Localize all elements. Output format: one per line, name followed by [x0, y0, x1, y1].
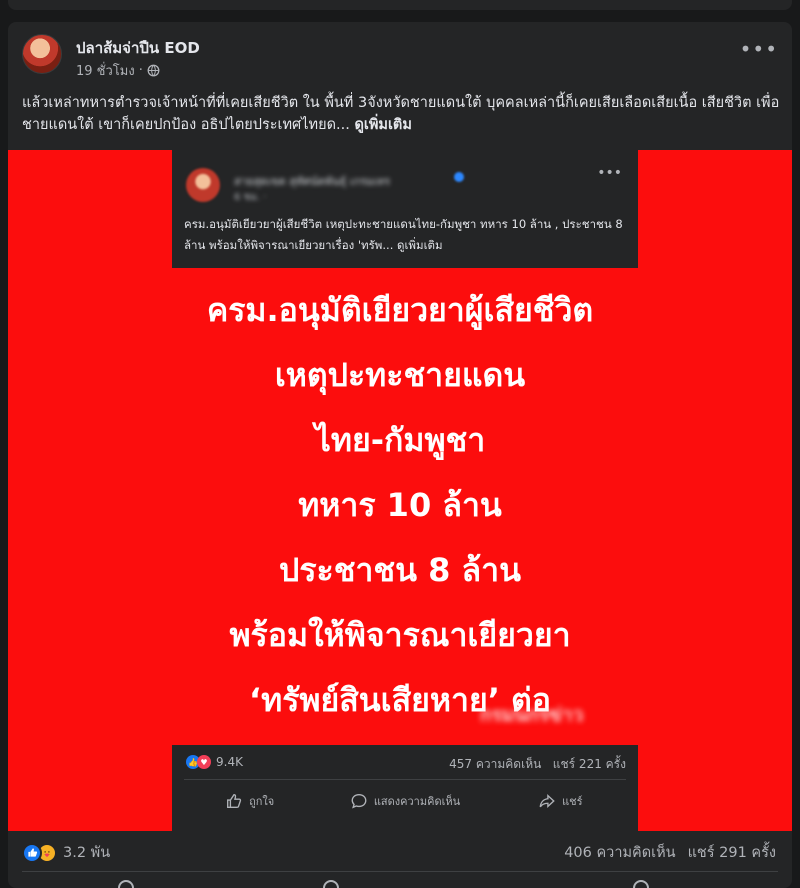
- inner-reactions: 👍 ♥ 9.4K: [186, 755, 243, 769]
- engagement-counts: 406 ความคิดเห็น แชร์ 291 ครั้ง: [564, 841, 776, 864]
- comment-count[interactable]: 406 ความคิดเห็น: [564, 841, 675, 864]
- author-name[interactable]: ปลาส้มจ่าปืน EOD: [76, 36, 200, 60]
- reaction-summary[interactable]: 3.2 พัน: [22, 841, 110, 864]
- inner-avatar: [186, 168, 220, 202]
- comment-icon: [351, 794, 367, 809]
- headline-line-7: ‘ทรัพย์สินเสียหาย’ ต่อ: [248, 681, 551, 719]
- inner-like-action: ถูกใจ: [172, 787, 327, 815]
- post-caption: แล้วเหล่าทหารตำรวจเจ้าหน้าที่ที่เคยเสียช…: [22, 92, 782, 136]
- see-more-link[interactable]: ดูเพิ่มเติม: [354, 117, 411, 133]
- inner-share-label: แชร์: [562, 795, 583, 808]
- share-count[interactable]: แชร์ 291 ครั้ง: [688, 841, 776, 864]
- inner-author-name: สายสุดเขต สุทัศน์ตพันธุ์ เกรมเทร: [234, 175, 391, 188]
- share-button-peek[interactable]: [633, 880, 649, 888]
- post-image[interactable]: สายสุดเขต สุทัศน์ตพันธุ์ เกรมเทร 6 ชม. ·…: [8, 150, 792, 831]
- comment-button-peek[interactable]: [323, 880, 339, 888]
- inner-post-header: สายสุดเขต สุทัศน์ตพันธุ์ เกรมเทร 6 ชม. ·…: [172, 150, 638, 268]
- inner-share-count: แชร์ 221 ครั้ง: [552, 757, 626, 771]
- meta-separator: ·: [138, 63, 143, 78]
- post-stats: 3.2 พัน 406 ความคิดเห็น แชร์ 291 ครั้ง: [8, 831, 792, 871]
- inner-caption: ครม.อนุมัติเยียวยาผู้เสียชีวิต เหตุปะทะช…: [184, 214, 628, 256]
- inner-comment-label: แสดงความคิดเห็น: [373, 795, 461, 808]
- action-bar-peek: [8, 874, 792, 888]
- more-icon[interactable]: •••: [740, 39, 778, 59]
- headline-line-3: ไทย-กัมพูชา: [314, 421, 486, 459]
- headline-line-5: ประชาชน 8 ล้าน: [279, 551, 521, 589]
- inner-comment-action: แสดงความคิดเห็น: [327, 787, 482, 815]
- post-time[interactable]: 19 ชั่วโมง: [76, 60, 135, 81]
- inner-counts: 457 ความคิดเห็น แชร์ 221 ครั้ง: [449, 755, 626, 774]
- inner-actions: ถูกใจ แสดงความคิดเห็น แชร์: [172, 787, 638, 815]
- image-credit: กรมนกรข่าว: [480, 704, 584, 726]
- share-icon: [539, 794, 555, 808]
- verified-icon: [454, 172, 464, 182]
- post-card: ปลาส้มจ่าปืน EOD 19 ชั่วโมง · ••• แล้วเห…: [8, 22, 792, 888]
- thumbs-up-icon: [227, 794, 242, 808]
- inner-post-footer: 👍 ♥ 9.4K 457 ความคิดเห็น แชร์ 221 ครั้ง …: [172, 745, 638, 831]
- like-button-peek[interactable]: [118, 880, 134, 888]
- inner-see-more: ดูเพิ่มเติม: [397, 238, 443, 252]
- headline-line-6: พร้อมให้พิจารณาเยียวยา: [229, 616, 571, 654]
- inner-comment-count: 457 ความคิดเห็น: [449, 757, 542, 771]
- headline-line-4: ทหาร 10 ล้าน: [298, 486, 502, 524]
- inner-reaction-count: 9.4K: [216, 755, 243, 769]
- top-strip: [0, 0, 800, 22]
- author-avatar[interactable]: [22, 34, 62, 74]
- love-icon: ♥: [197, 755, 211, 769]
- headline-line-1: ครม.อนุมัติเยียวยาผู้เสียชีวิต: [206, 291, 594, 329]
- globe-icon[interactable]: [147, 64, 160, 77]
- stats-divider: [22, 871, 778, 872]
- headline-line-2: เหตุปะทะชายแดน: [274, 356, 526, 394]
- like-icon: [22, 842, 42, 863]
- inner-like-label: ถูกใจ: [249, 795, 275, 808]
- inner-time: 6 ชม. ·: [234, 192, 267, 203]
- post-header: ปลาส้มจ่าปืน EOD 19 ชั่วโมง · •••: [8, 22, 792, 84]
- reaction-count: 3.2 พัน: [63, 845, 111, 861]
- post-meta: 19 ชั่วโมง ·: [76, 60, 160, 81]
- headline: ครม.อนุมัติเยียวยาผู้เสียชีวิต เหตุปะทะช…: [8, 278, 792, 733]
- inner-divider: [184, 779, 626, 780]
- inner-share-action: แชร์: [483, 787, 638, 815]
- previous-card-edge: [8, 0, 792, 10]
- inner-more-icon: •••: [597, 165, 622, 181]
